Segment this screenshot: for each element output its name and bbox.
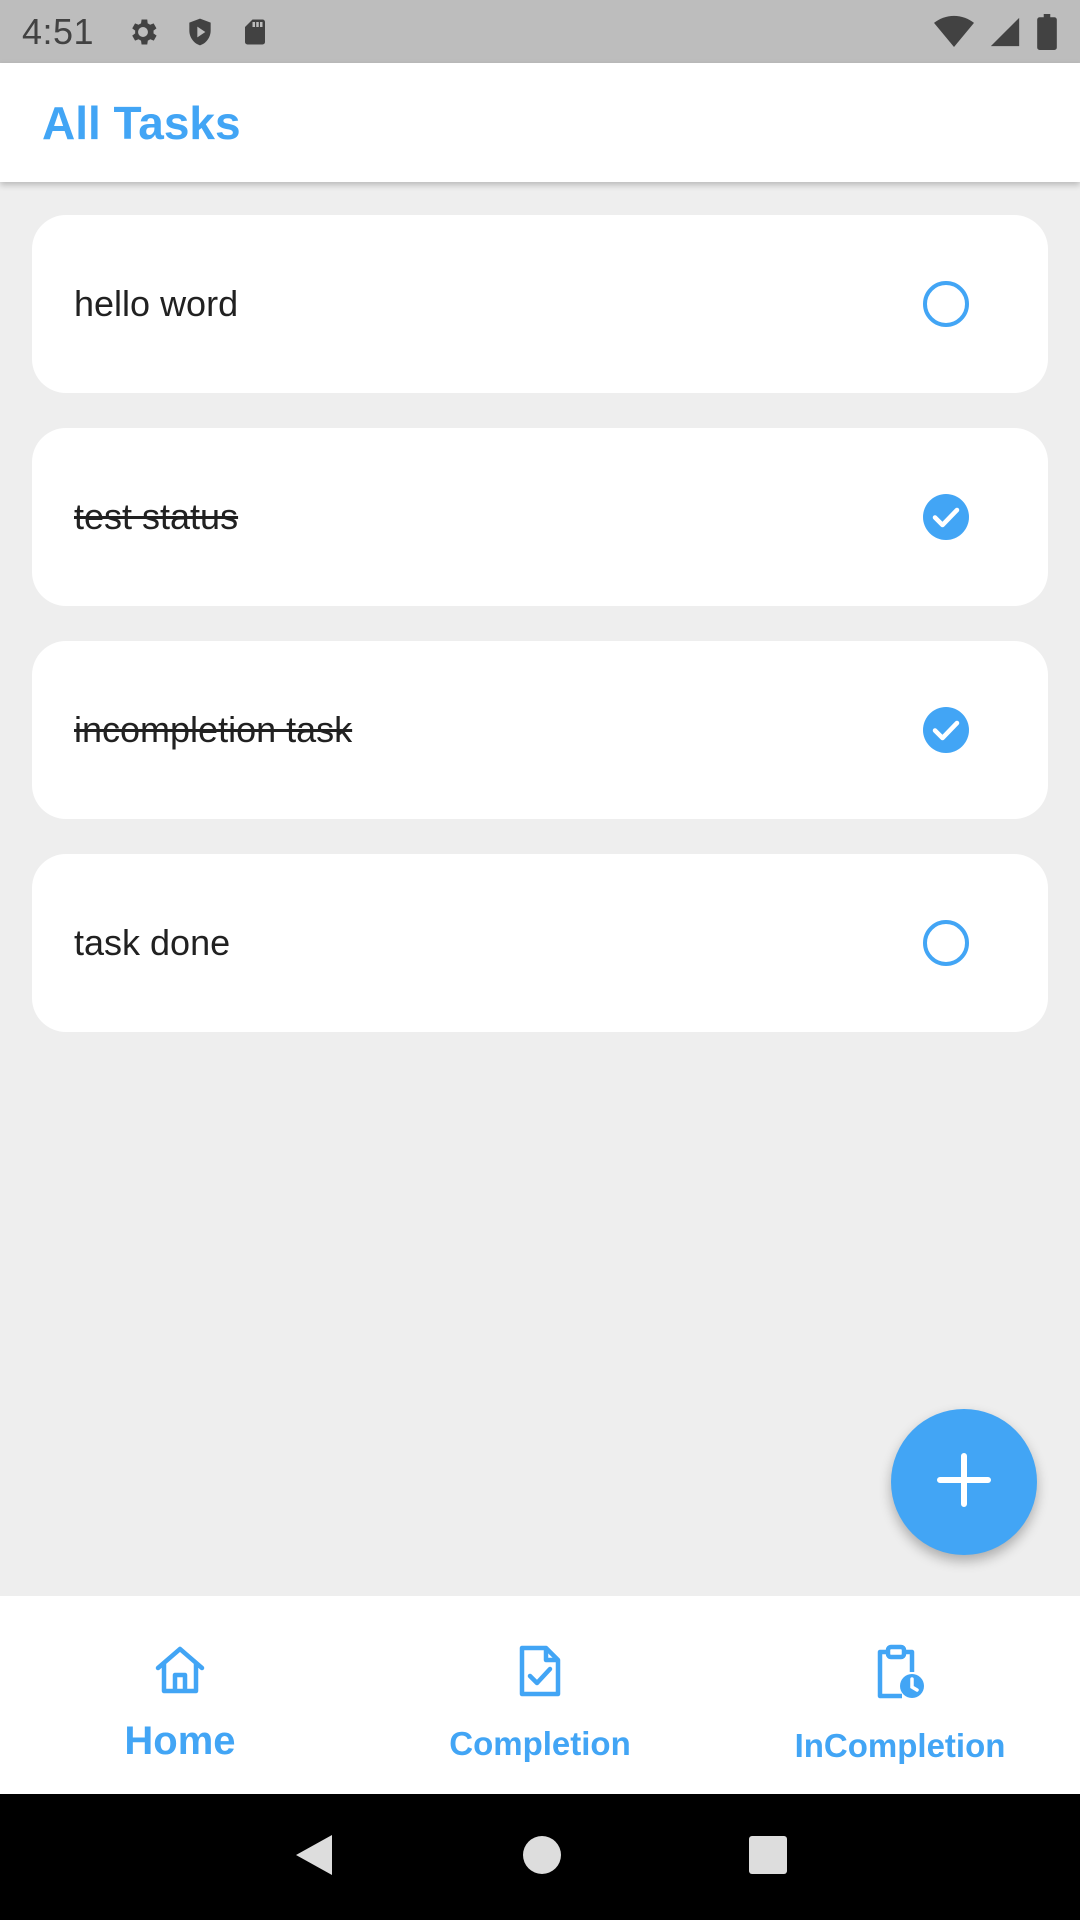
unchecked-circle-icon[interactable] (922, 919, 970, 967)
clipboard-clock-icon (874, 1644, 926, 1705)
nav-item-incompletion[interactable]: InCompletion (720, 1596, 1080, 1794)
signal-icon (988, 15, 1022, 49)
status-bar: 4:51 (0, 0, 1080, 63)
task-list: hello word test status incompletion task… (32, 215, 1048, 1067)
nav-label-completion: Completion (449, 1725, 631, 1762)
system-nav-bar (0, 1794, 1080, 1920)
screen: 4:51 All Tasks hello word test status in… (0, 0, 1080, 1920)
home-icon (152, 1644, 208, 1701)
checked-circle-icon[interactable] (922, 706, 970, 754)
gear-icon (126, 15, 160, 49)
task-card[interactable]: hello word (32, 215, 1048, 393)
status-icons-right (934, 13, 1058, 50)
sd-card-icon (240, 15, 270, 49)
task-title: task done (74, 922, 231, 963)
app-bar: All Tasks (0, 63, 1080, 182)
task-title: hello word (74, 283, 239, 324)
checked-circle-icon[interactable] (922, 493, 970, 541)
battery-icon (1036, 13, 1058, 50)
nav-item-home[interactable]: Home (0, 1596, 360, 1794)
nav-label-home: Home (124, 1719, 236, 1763)
home-circle-icon[interactable] (522, 1835, 562, 1880)
task-title: incompletion task (74, 709, 353, 750)
task-card[interactable]: incompletion task (32, 641, 1048, 819)
task-card[interactable]: task done (32, 854, 1048, 1032)
nav-item-completion[interactable]: Completion (360, 1596, 720, 1794)
shield-icon (184, 15, 216, 49)
status-time: 4:51 (22, 10, 95, 52)
status-icons-left (126, 15, 270, 49)
nav-label-incompletion: InCompletion (794, 1727, 1006, 1764)
wifi-icon (934, 15, 974, 49)
add-task-button[interactable] (891, 1409, 1037, 1555)
unchecked-circle-icon[interactable] (922, 280, 970, 328)
back-icon[interactable] (292, 1831, 336, 1884)
recents-icon[interactable] (748, 1835, 788, 1880)
task-card[interactable]: test status (32, 428, 1048, 606)
page-title: All Tasks (42, 96, 241, 149)
document-check-icon (518, 1644, 562, 1703)
task-title: test status (74, 496, 239, 537)
bottom-nav: Home Completion InCompletion (0, 1596, 1080, 1794)
plus-icon (936, 1452, 992, 1513)
